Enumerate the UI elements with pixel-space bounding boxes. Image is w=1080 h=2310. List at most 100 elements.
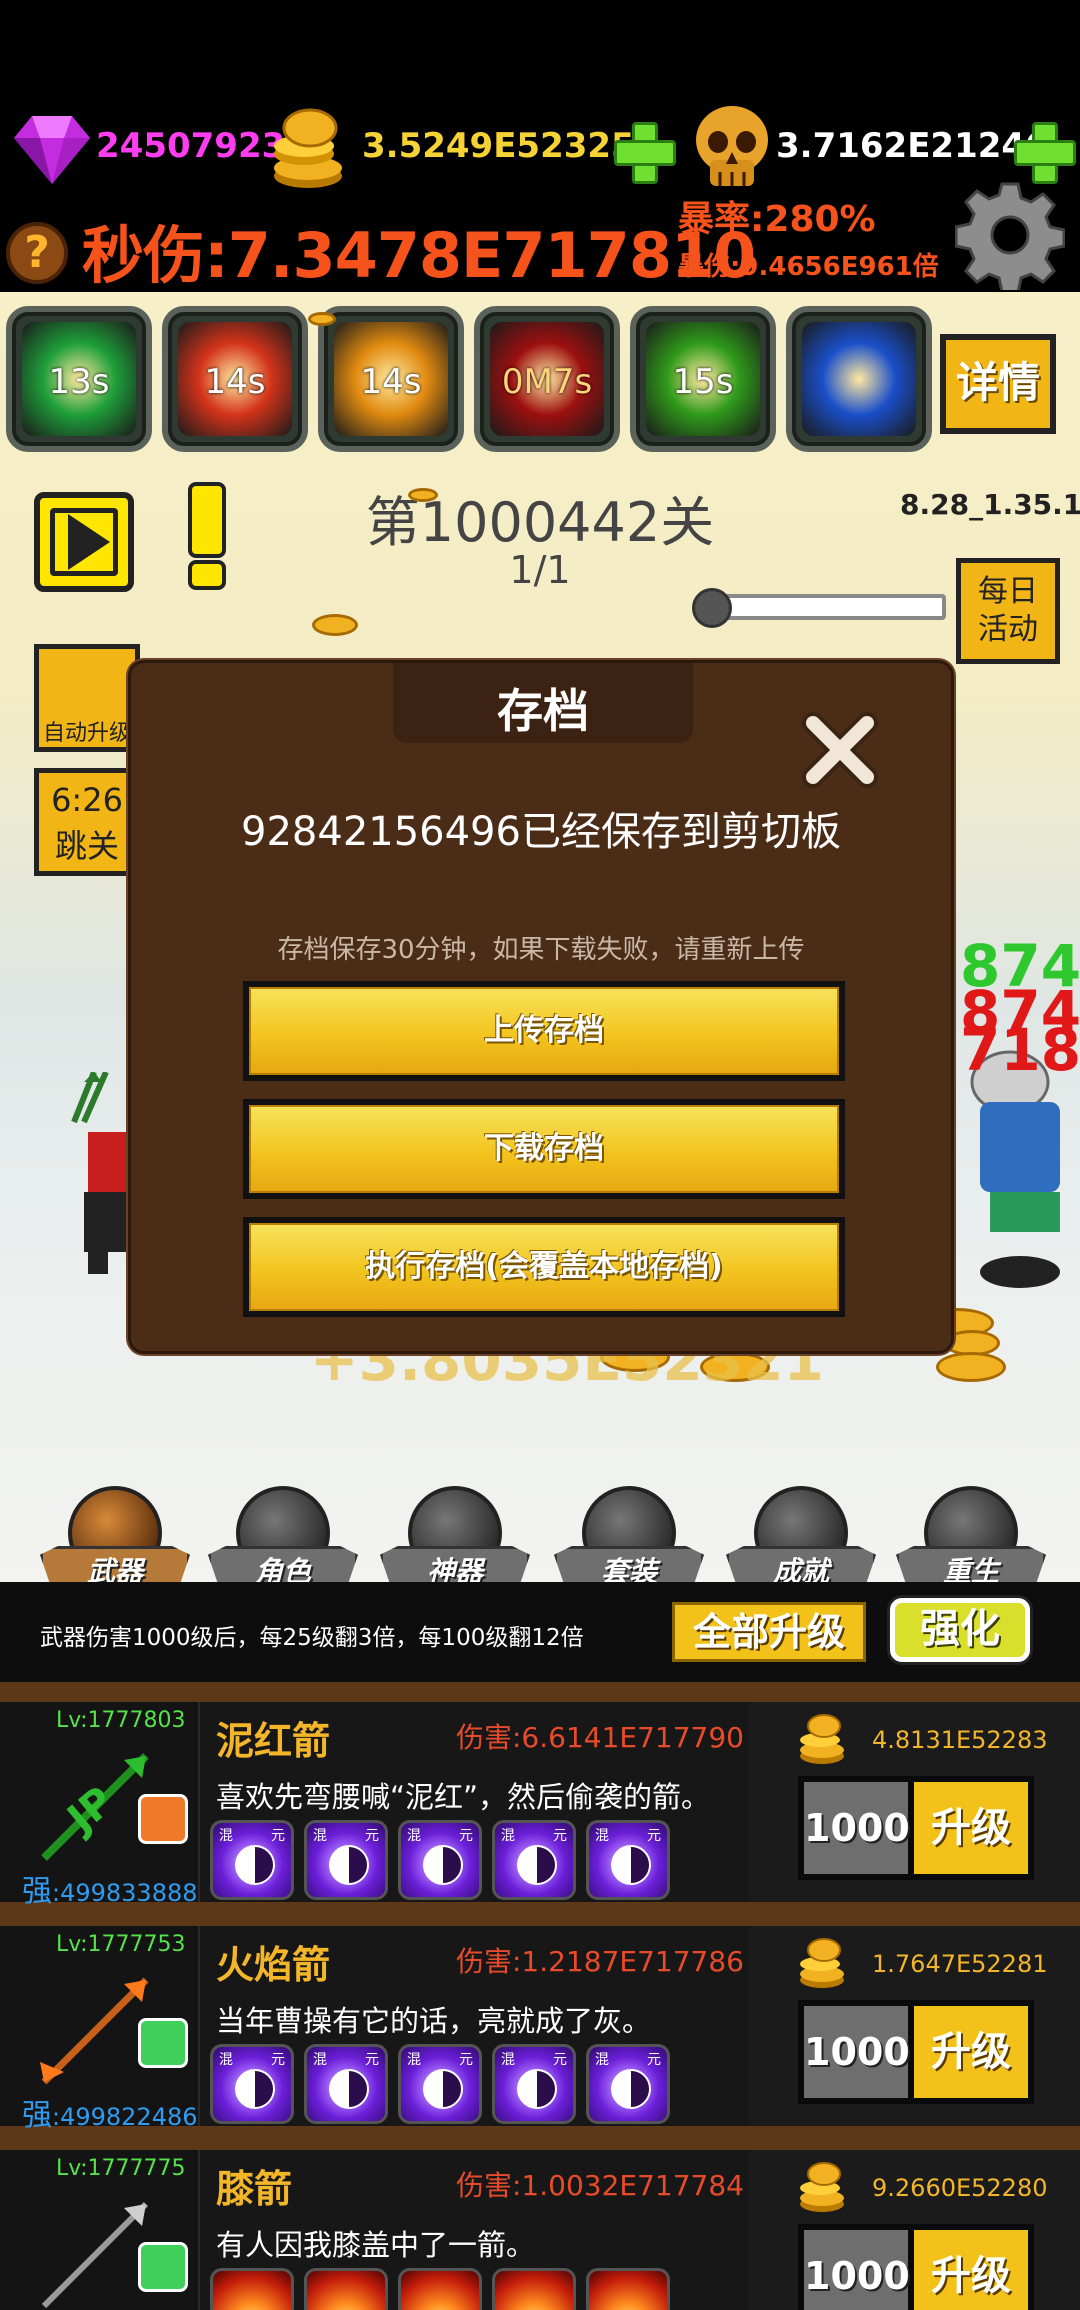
chaos-orb-icon[interactable]: 混元 bbox=[398, 2044, 482, 2124]
gold-coins-icon bbox=[274, 108, 342, 188]
top-bar: 24507923 3.5249E52325 3.7162E21246 ? 秒伤:… bbox=[0, 0, 1080, 292]
weapon-portrait: Lv:1777775 bbox=[0, 2150, 200, 2310]
dialog-note: 存档保存30分钟，如果下载失败，请重新上传 bbox=[277, 935, 805, 965]
daily-label-1: 每日 bbox=[978, 574, 1038, 609]
auto-upgrade-button[interactable]: 自动升级 bbox=[34, 644, 140, 752]
nav-tab-achievement[interactable]: 成就 bbox=[726, 1486, 876, 1596]
details-button[interactable]: 详情 bbox=[940, 334, 1056, 434]
fire-orb-icon[interactable] bbox=[210, 2268, 294, 2310]
add-skull-button[interactable] bbox=[1014, 122, 1076, 184]
gold-coins-icon bbox=[800, 2162, 844, 2212]
fire-orb-icon[interactable] bbox=[398, 2268, 482, 2310]
yin-yang-icon bbox=[423, 2069, 463, 2109]
weapon-level: Lv:1777775 bbox=[56, 2156, 186, 2181]
skull-count: 3.7162E21246 bbox=[776, 126, 1049, 166]
upgrade-controls: 1000 升级 bbox=[798, 2000, 1034, 2104]
skill-art bbox=[802, 322, 916, 436]
upgrade-controls: 1000 升级 bbox=[798, 1776, 1034, 1880]
weapon-row: Lv:1777775 膝箭 伤害:1.0032E717784 有人因我膝盖中了一… bbox=[0, 2150, 1080, 2310]
skip-timer: 6:26 bbox=[51, 781, 123, 819]
green-ring-gem-icon bbox=[138, 2018, 188, 2068]
weapon-info-bar: 武器伤害1000级后，每25级翻3倍，每100级翻12倍 全部升级 强化 bbox=[0, 1582, 1080, 1682]
skill-slot[interactable]: 14s bbox=[162, 306, 308, 452]
strength-prefix: 强 bbox=[22, 1874, 52, 1909]
dialog-title-bar: 存档 bbox=[393, 663, 693, 743]
weapon-name: 火焰箭 bbox=[216, 1943, 331, 1987]
strength-value: :499822486 bbox=[52, 2103, 198, 2131]
crit-rate: 暴率:280% bbox=[678, 199, 876, 240]
skill-slot[interactable]: 14s bbox=[318, 306, 464, 452]
fire-orb-icon[interactable] bbox=[586, 2268, 670, 2310]
skill-slot[interactable]: 13s bbox=[6, 306, 152, 452]
orb-tag: 元 bbox=[553, 1828, 567, 1844]
chaos-orb-icon[interactable]: 混元 bbox=[304, 1820, 388, 1900]
help-button[interactable]: ? bbox=[6, 222, 68, 284]
orb-tag: 元 bbox=[553, 2052, 567, 2068]
chaos-orb-icon[interactable]: 混元 bbox=[586, 2044, 670, 2124]
upgrade-button[interactable]: 升级 bbox=[914, 2230, 1028, 2310]
orb-tag: 元 bbox=[271, 2052, 285, 2068]
boss-progress-bar bbox=[698, 594, 946, 620]
add-gold-button[interactable] bbox=[614, 122, 676, 184]
daily-label-2: 活动 bbox=[978, 612, 1038, 647]
download-save-button[interactable]: 下载存档 bbox=[243, 1099, 845, 1199]
version-label: 8.28_1.35.1 bbox=[900, 488, 1080, 521]
nav-tab-rebirth[interactable]: 重生 bbox=[896, 1486, 1046, 1596]
settings-gear-icon[interactable] bbox=[955, 180, 1065, 290]
skip-stage-button[interactable]: 6:26 跳关 bbox=[34, 768, 140, 876]
chaos-orb-icon[interactable]: 混元 bbox=[210, 1820, 294, 1900]
upgrade-quantity-toggle[interactable]: 1000 bbox=[804, 2230, 910, 2310]
upgrade-all-button[interactable]: 全部升级 bbox=[672, 1602, 866, 1662]
skill-slot[interactable] bbox=[786, 306, 932, 452]
orb-tag: 元 bbox=[647, 2052, 661, 2068]
upgrade-controls: 1000 升级 bbox=[798, 2224, 1034, 2310]
weapon-list: Lv:1777803 JP 强:499833888 泥红箭 伤害:6.6141E… bbox=[0, 1682, 1080, 2310]
bottom-nav: 武器 角色 神器 套装 成就 重生 bbox=[0, 1486, 1080, 1596]
upgrade-button[interactable]: 升级 bbox=[914, 1782, 1028, 1874]
weapon-strength: 强:499822486 bbox=[22, 2090, 198, 2134]
nav-tab-armor-set[interactable]: 套装 bbox=[554, 1486, 704, 1596]
weapon-upgrade-panel: 4.8131E52283 1000 升级 bbox=[748, 1702, 1080, 1902]
daily-activity-button[interactable]: 每日 活动 bbox=[956, 558, 1060, 664]
close-icon[interactable] bbox=[797, 707, 883, 793]
weapon-name: 膝箭 bbox=[216, 2167, 293, 2211]
download-save-label: 下载存档 bbox=[249, 1105, 839, 1193]
nav-tab-weapons[interactable]: 武器 bbox=[40, 1486, 190, 1596]
skull-icon bbox=[696, 106, 768, 186]
orb-tag: 元 bbox=[647, 1828, 661, 1844]
upgrade-button[interactable]: 升级 bbox=[914, 2006, 1028, 2098]
fire-orb-icon[interactable] bbox=[304, 2268, 388, 2310]
gold-coins-icon bbox=[800, 1714, 844, 1764]
nav-tab-character[interactable]: 角色 bbox=[208, 1486, 358, 1596]
skill-slot[interactable]: 15s bbox=[630, 306, 776, 452]
orb-tag: 混 bbox=[219, 2052, 233, 2068]
upgrade-quantity-toggle[interactable]: 1000 bbox=[804, 2006, 910, 2098]
yin-yang-icon bbox=[423, 1845, 463, 1885]
weapon-strength: 强:499833888 bbox=[22, 1866, 198, 1910]
orb-tag: 元 bbox=[459, 1828, 473, 1844]
chaos-orb-icon[interactable]: 混元 bbox=[492, 1820, 576, 1900]
weapon-level: Lv:1777753 bbox=[56, 1932, 186, 1957]
fire-orb-icon[interactable] bbox=[492, 2268, 576, 2310]
enhance-button[interactable]: 强化 bbox=[890, 1598, 1030, 1662]
chaos-orb-icon[interactable]: 混元 bbox=[492, 2044, 576, 2124]
dreamcatcher-gem-icon bbox=[138, 1794, 188, 1844]
chaos-orb-icon[interactable]: 混元 bbox=[210, 2044, 294, 2124]
upgrade-quantity-toggle[interactable]: 1000 bbox=[804, 1782, 910, 1874]
yin-yang-icon bbox=[235, 1845, 275, 1885]
execute-save-button[interactable]: 执行存档(会覆盖本地存档) bbox=[243, 1217, 845, 1317]
skill-slot[interactable]: 0M7s bbox=[474, 306, 620, 452]
weapon-details: 泥红箭 伤害:6.6141E717790 喜欢先弯腰喊“泥红”，然后偷袭的箭。 … bbox=[200, 1702, 748, 1902]
weapon-upgrade-panel: 9.2660E52280 1000 升级 bbox=[748, 2150, 1080, 2310]
nav-tab-artifact[interactable]: 神器 bbox=[380, 1486, 530, 1596]
upload-save-button[interactable]: 上传存档 bbox=[243, 981, 845, 1081]
weapon-damage: 伤害:1.2187E717786 bbox=[456, 1945, 744, 1978]
orb-tag: 混 bbox=[313, 2052, 327, 2068]
orb-tag: 混 bbox=[595, 2052, 609, 2068]
chaos-orb-icon[interactable]: 混元 bbox=[304, 2044, 388, 2124]
chaos-orb-icon[interactable]: 混元 bbox=[586, 1820, 670, 1900]
upgrade-cost: 1.7647E52281 bbox=[872, 1950, 1048, 1978]
skill-bar: 13s 14s 14s 0M7s 15s bbox=[6, 306, 1080, 452]
skip-label: 跳关 bbox=[54, 827, 119, 865]
chaos-orb-icon[interactable]: 混元 bbox=[398, 1820, 482, 1900]
